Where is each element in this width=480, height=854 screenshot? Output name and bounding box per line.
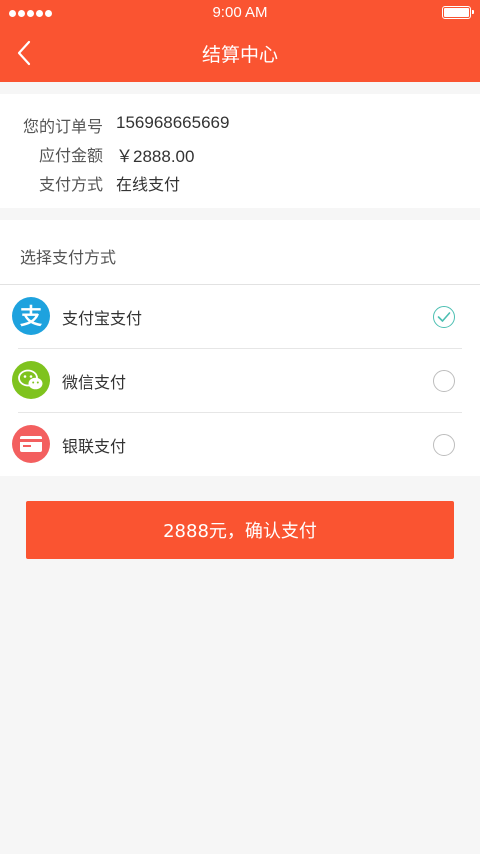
unionpay-card-icon (12, 425, 50, 463)
payment-method-card: 选择支付方式 支 支付宝支付 微信支付 银联支付 (0, 220, 480, 476)
payment-option-label: 微信支付 (62, 373, 127, 392)
payment-type-row: 支付方式 在线支付 (0, 171, 480, 195)
payment-type-value: 在线支付 (116, 175, 181, 194)
svg-text:支: 支 (20, 305, 43, 330)
wechat-icon (12, 361, 50, 399)
order-number-label: 您的订单号 (22, 117, 103, 136)
section-title: 选择支付方式 (20, 248, 117, 267)
payment-option-label: 银联支付 (62, 437, 127, 456)
app-header: 9:00 AM 结算中心 (0, 0, 480, 82)
battery-icon (442, 6, 474, 19)
payment-option-wechat[interactable]: 微信支付 (0, 349, 480, 413)
payment-type-label: 支付方式 (38, 175, 103, 194)
status-bar: 9:00 AM (0, 0, 480, 26)
order-summary-card: 您的订单号 156968665669 应付金额 ￥2888.00 支付方式 在线… (0, 94, 480, 208)
amount-due-row: 应付金额 ￥2888.00 (0, 142, 480, 166)
amount-due-value: ￥2888.00 (116, 147, 195, 166)
amount-due-label: 应付金额 (38, 146, 103, 165)
order-number-value: 156968665669 (116, 113, 230, 132)
payment-option-label: 支付宝支付 (62, 309, 143, 328)
page-title: 结算中心 (201, 44, 278, 66)
alipay-icon: 支 (12, 297, 50, 335)
radio-checked[interactable] (433, 306, 455, 328)
status-time: 9:00 AM (212, 4, 268, 21)
payment-option-alipay[interactable]: 支 支付宝支付 (0, 285, 480, 349)
order-number-row: 您的订单号 156968665669 (0, 113, 480, 137)
radio-unchecked[interactable] (433, 370, 455, 392)
check-icon (437, 312, 451, 322)
payment-option-unionpay[interactable]: 银联支付 (0, 413, 480, 477)
radio-unchecked[interactable] (433, 434, 455, 456)
confirm-payment-button[interactable]: 2888元，确认支付 (26, 501, 454, 559)
